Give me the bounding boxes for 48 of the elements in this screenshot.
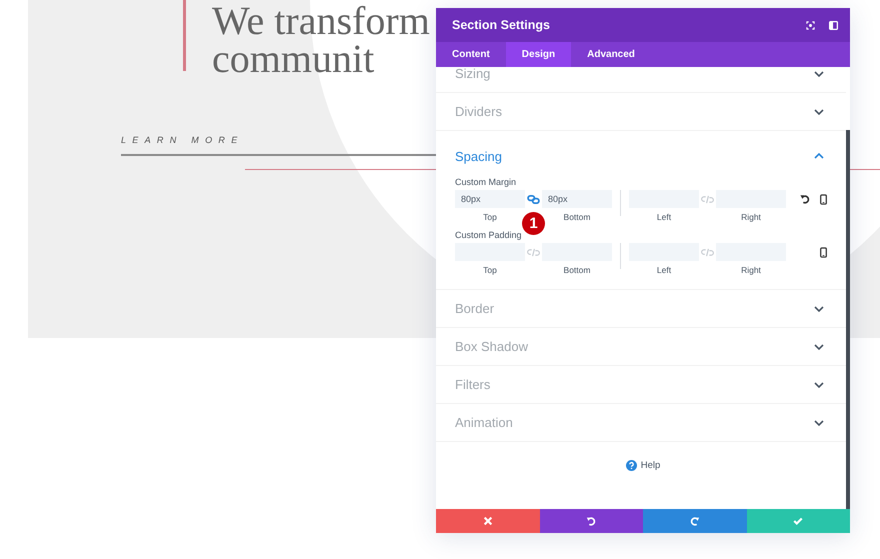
undo-icon <box>586 516 596 526</box>
help-link[interactable]: Help <box>626 460 660 471</box>
close-icon <box>482 516 493 526</box>
redo-icon <box>690 516 700 526</box>
chevron-down-icon[interactable] <box>814 420 824 426</box>
unlink-icon[interactable] <box>701 248 714 257</box>
chevron-down-icon[interactable] <box>814 108 824 114</box>
field-label: Left <box>656 265 672 275</box>
redo-button[interactable] <box>643 509 746 533</box>
save-button[interactable] <box>746 509 850 533</box>
field-label: Left <box>656 212 672 222</box>
tab[interactable]: Design <box>506 42 572 67</box>
help-icon <box>626 460 637 471</box>
focus-icon[interactable] <box>806 20 815 30</box>
link-icon[interactable] <box>527 195 540 204</box>
field-label: Right <box>741 212 761 222</box>
field-label: Bottom <box>564 212 590 222</box>
group-label: Custom Margin <box>455 177 518 187</box>
phone-icon[interactable] <box>820 246 827 258</box>
undo-button[interactable] <box>540 509 643 533</box>
tab[interactable]: Advanced <box>571 42 651 67</box>
chevron-up-icon[interactable] <box>814 153 824 159</box>
unlink-icon[interactable] <box>527 248 540 257</box>
heading-text: communit <box>212 40 374 78</box>
field-label: Top <box>483 265 497 275</box>
close-button[interactable] <box>436 509 540 533</box>
group-label: Custom Padding <box>455 230 523 240</box>
learn-more-link[interactable]: LEARN MORE <box>121 135 244 145</box>
scrollbar[interactable] <box>846 130 850 509</box>
sidebar-icon[interactable] <box>829 20 838 30</box>
chevron-down-icon[interactable] <box>814 70 824 76</box>
accent-bar <box>183 0 186 71</box>
tab[interactable]: Content <box>436 42 506 67</box>
check-icon <box>793 516 804 526</box>
chevron-down-icon[interactable] <box>814 306 824 312</box>
chevron-down-icon[interactable] <box>814 344 824 350</box>
input-field[interactable]: 80px <box>542 190 612 208</box>
field-label: Right <box>741 265 761 275</box>
phone-icon[interactable] <box>820 194 827 204</box>
modal-title: Section Settings <box>452 18 551 32</box>
unlink-icon[interactable] <box>701 195 714 204</box>
field-label: Bottom <box>564 265 590 275</box>
chevron-down-icon[interactable] <box>814 382 824 388</box>
section-title[interactable]: Spacing <box>455 148 814 164</box>
input-field[interactable]: 80px <box>455 190 525 208</box>
reset-icon[interactable] <box>800 194 810 204</box>
field-label: Top <box>483 212 497 222</box>
heading-text: We transform <box>212 2 430 40</box>
